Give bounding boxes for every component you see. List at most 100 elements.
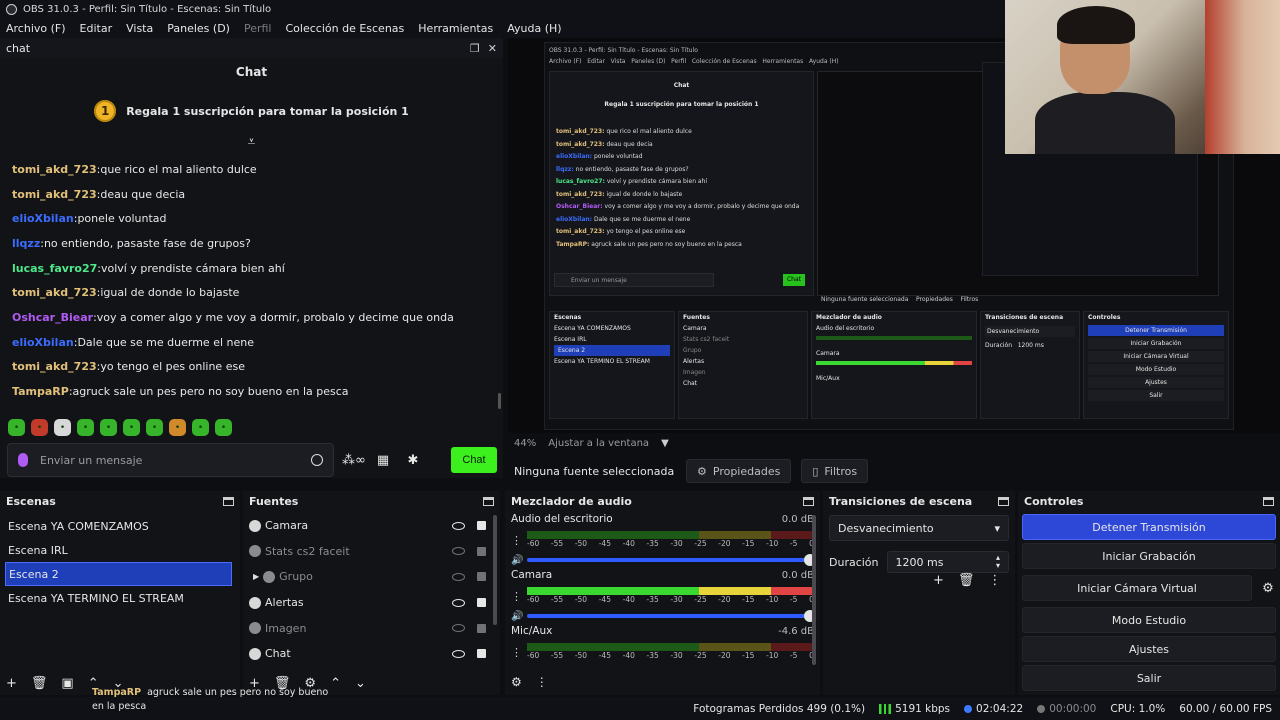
- menu-item[interactable]: Perfil: [244, 22, 272, 35]
- float-dock-icon[interactable]: [803, 496, 814, 506]
- emote-icon[interactable]: •: [100, 419, 117, 436]
- menu-item[interactable]: Paneles (D): [167, 22, 230, 35]
- duration-spinbox[interactable]: 1200 ms ▴ ▾: [886, 551, 1009, 573]
- bits-icon[interactable]: ⁂∞: [342, 453, 366, 468]
- emote-icon[interactable]: •: [215, 419, 232, 436]
- menu-item[interactable]: Archivo (F): [6, 22, 66, 35]
- chat-username[interactable]: tomi_akd_723: [12, 286, 97, 299]
- stop-stream-button[interactable]: Detener Transmisión: [1022, 514, 1276, 540]
- mixer-scrollbar[interactable]: [812, 515, 816, 665]
- spin-arrows-icon[interactable]: ▴ ▾: [996, 554, 1000, 570]
- sub-gift-banner[interactable]: 1 Regala 1 suscripción para tomar la pos…: [0, 88, 503, 134]
- remove-transition-icon[interactable]: 🗑: [958, 573, 975, 588]
- gear-icon[interactable]: ⚙: [1256, 581, 1280, 596]
- chat-username[interactable]: tomi_akd_723: [12, 163, 97, 176]
- speaker-icon[interactable]: 🔊: [511, 555, 523, 566]
- lock-icon[interactable]: [477, 598, 486, 608]
- chat-username[interactable]: tomi_akd_723: [12, 360, 97, 373]
- sources-scrollbar[interactable]: [493, 515, 497, 625]
- advanced-audio-gear-icon[interactable]: ⚙: [511, 675, 522, 689]
- transition-select[interactable]: Desvanecimiento ▾: [829, 515, 1009, 541]
- menu-item[interactable]: Editar: [80, 22, 113, 35]
- chat-username[interactable]: Oshcar_Biear: [12, 311, 93, 324]
- chat-username[interactable]: elioXbilan: [12, 212, 74, 225]
- move-down-icon[interactable]: ⌄: [355, 676, 366, 691]
- float-dock-icon[interactable]: ❐: [470, 42, 480, 55]
- float-dock-icon[interactable]: [223, 496, 234, 506]
- menu-item[interactable]: Vista: [126, 22, 153, 35]
- eye-slash-icon[interactable]: [452, 572, 465, 581]
- channel-menu-icon[interactable]: ⋮: [511, 590, 522, 603]
- emoji-icon[interactable]: [311, 454, 323, 466]
- gear-icon[interactable]: ✱: [402, 453, 424, 468]
- emote-icon[interactable]: •: [169, 419, 186, 436]
- mic-icon[interactable]: [18, 453, 28, 467]
- studio-mode-button[interactable]: Modo Estudio: [1022, 607, 1276, 633]
- exit-button[interactable]: Salir: [1022, 665, 1276, 691]
- eye-slash-icon[interactable]: [452, 547, 465, 556]
- start-virtual-camera-button[interactable]: Iniciar Cámara Virtual: [1022, 575, 1252, 601]
- scene-filters-icon[interactable]: ▣: [61, 676, 73, 691]
- scene-item[interactable]: Escena 2: [5, 562, 232, 586]
- eye-icon[interactable]: [452, 521, 465, 530]
- source-item[interactable]: Imagen: [243, 615, 500, 641]
- scene-item[interactable]: Escena IRL: [0, 538, 240, 562]
- chat-username[interactable]: TampaRP: [12, 385, 69, 398]
- emote-icon[interactable]: •: [31, 419, 48, 436]
- channel-menu-icon[interactable]: ⋮: [511, 534, 522, 547]
- lock-icon[interactable]: [477, 546, 486, 556]
- chat-send-button[interactable]: Chat: [451, 447, 497, 473]
- source-item[interactable]: Stats cs2 faceit: [243, 539, 500, 565]
- expand-group-icon[interactable]: ▶: [253, 572, 259, 581]
- emote-icon[interactable]: •: [123, 419, 140, 436]
- chat-username[interactable]: tomi_akd_723: [12, 188, 97, 201]
- float-dock-icon[interactable]: [483, 496, 494, 506]
- volume-slider[interactable]: [527, 610, 816, 622]
- chat-message-input[interactable]: Enviar un mensaje: [7, 443, 334, 477]
- chat-username[interactable]: llqzz: [12, 237, 40, 250]
- settings-button[interactable]: Ajustes: [1022, 636, 1276, 662]
- eye-slash-icon[interactable]: [452, 624, 465, 633]
- scene-item[interactable]: Escena YA COMENZAMOS: [0, 514, 240, 538]
- emote-icon[interactable]: •: [146, 419, 163, 436]
- lock-icon[interactable]: [477, 623, 486, 633]
- emote-icon[interactable]: •: [8, 419, 25, 436]
- emote-icon[interactable]: •: [54, 419, 71, 436]
- source-item[interactable]: Camara: [243, 513, 500, 539]
- source-item[interactable]: Alertas: [243, 590, 500, 616]
- float-dock-icon[interactable]: [998, 496, 1009, 506]
- lock-icon[interactable]: [477, 521, 486, 531]
- filters-button[interactable]: ▯ Filtros: [801, 459, 869, 483]
- chevron-down-icon[interactable]: ▼: [661, 438, 669, 449]
- volume-slider[interactable]: [527, 554, 816, 566]
- emote-icon[interactable]: •: [192, 419, 209, 436]
- fit-window-dropdown[interactable]: Ajustar a la ventana: [548, 438, 649, 449]
- source-item[interactable]: Chat: [243, 641, 500, 667]
- collapse-banner-icon[interactable]: ⩡: [0, 134, 503, 152]
- eye-icon[interactable]: [452, 649, 465, 658]
- gift-icon[interactable]: ▦: [372, 453, 394, 468]
- add-transition-icon[interactable]: +: [933, 573, 944, 588]
- start-recording-button[interactable]: Iniciar Grabación: [1022, 543, 1276, 569]
- chat-username[interactable]: elioXbilan: [12, 336, 74, 349]
- scene-item[interactable]: Escena YA TERMINO EL STREAM: [0, 586, 240, 610]
- lock-icon[interactable]: [477, 649, 486, 659]
- speaker-icon[interactable]: 🔊: [511, 611, 523, 622]
- lock-icon[interactable]: [477, 572, 486, 582]
- source-item[interactable]: ▶ Grupo: [243, 564, 500, 590]
- menu-item[interactable]: Herramientas: [418, 22, 493, 35]
- transition-menu-icon[interactable]: ⋮: [988, 573, 1001, 588]
- eye-icon[interactable]: [452, 598, 465, 607]
- remove-scene-icon[interactable]: 🗑: [31, 676, 48, 691]
- chat-scrollbar[interactable]: [498, 393, 501, 409]
- close-dock-icon[interactable]: ✕: [488, 42, 497, 55]
- channel-menu-icon[interactable]: ⋮: [511, 646, 522, 659]
- emote-icon[interactable]: •: [77, 419, 94, 436]
- add-scene-icon[interactable]: +: [6, 676, 17, 691]
- float-dock-icon[interactable]: [1263, 496, 1274, 506]
- menu-item[interactable]: Colección de Escenas: [286, 22, 405, 35]
- chat-username[interactable]: lucas_favro27: [12, 262, 97, 275]
- menu-item[interactable]: Ayuda (H): [507, 22, 561, 35]
- mixer-menu-icon[interactable]: ⋮: [536, 675, 548, 689]
- properties-button[interactable]: ⚙ Propiedades: [686, 459, 792, 483]
